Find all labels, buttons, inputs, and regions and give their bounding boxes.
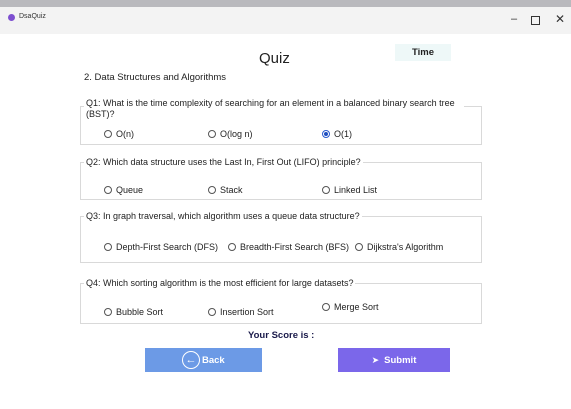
- radio-button[interactable]: [104, 308, 112, 316]
- time-label: Time: [395, 44, 451, 61]
- option-label: Insertion Sort: [220, 307, 274, 317]
- q2-option-2[interactable]: Stack: [208, 185, 243, 195]
- section-title: 2. Data Structures and Algorithms: [84, 72, 227, 83]
- q1-option-3[interactable]: O(1): [322, 129, 352, 139]
- question-group-3: [80, 216, 482, 263]
- q1-option-2[interactable]: O(log n): [208, 129, 253, 139]
- q2-option-3[interactable]: Linked List: [322, 185, 377, 195]
- radio-button[interactable]: [322, 186, 330, 194]
- option-label: Stack: [220, 185, 243, 195]
- close-button[interactable]: ✕: [545, 9, 571, 29]
- option-label: Bubble Sort: [116, 307, 164, 317]
- option-label: Linked List: [334, 185, 378, 195]
- app-icon: [8, 14, 15, 21]
- option-label: O(n): [116, 129, 134, 139]
- q4-option-3[interactable]: Merge Sort: [322, 302, 379, 312]
- radio-button[interactable]: [208, 186, 216, 194]
- submit-button-label: Submit: [384, 354, 417, 366]
- option-label: Merge Sort: [334, 302, 379, 312]
- title-bar: DsaQuiz – ✕: [0, 7, 571, 34]
- radio-button[interactable]: [104, 186, 112, 194]
- radio-button[interactable]: [104, 243, 112, 251]
- chevron-right-icon: ➤: [371, 354, 380, 365]
- radio-button[interactable]: [355, 243, 363, 251]
- radio-button[interactable]: [104, 130, 112, 138]
- question-2-text: Q2: Which data structure uses the Last I…: [84, 157, 363, 168]
- option-label: Dijkstra's Algorithm: [367, 242, 444, 252]
- window-top-strip: [0, 0, 571, 7]
- window-title: DsaQuiz: [19, 13, 46, 20]
- q1-option-1[interactable]: O(n): [104, 129, 134, 139]
- submit-button[interactable]: ➤ Submit: [338, 348, 450, 372]
- question-3-text: Q3: In graph traversal, which algorithm …: [84, 211, 362, 222]
- back-button[interactable]: ← Back: [145, 348, 262, 372]
- q4-option-1[interactable]: Bubble Sort: [104, 307, 163, 317]
- minimize-button[interactable]: –: [499, 9, 529, 29]
- radio-button-selected[interactable]: [322, 130, 330, 138]
- option-label: O(1): [334, 129, 352, 139]
- question-group-4: [80, 283, 482, 324]
- radio-button[interactable]: [208, 308, 216, 316]
- q2-option-1[interactable]: Queue: [104, 185, 143, 195]
- q3-option-1[interactable]: Depth-First Search (DFS): [104, 242, 218, 252]
- back-button-label: Back: [202, 354, 225, 366]
- page-title: Quiz: [259, 50, 290, 67]
- q3-option-2[interactable]: Breadth-First Search (BFS): [228, 242, 349, 252]
- radio-button[interactable]: [228, 243, 236, 251]
- maximize-button[interactable]: [531, 16, 540, 25]
- question-4-text: Q4: Which sorting algorithm is the most …: [84, 278, 356, 289]
- question-1-text: Q1: What is the time complexity of searc…: [84, 98, 464, 120]
- radio-button[interactable]: [322, 303, 330, 311]
- radio-button[interactable]: [208, 130, 216, 138]
- score-label: Your Score is :: [248, 330, 315, 341]
- q4-option-2[interactable]: Insertion Sort: [208, 307, 274, 317]
- q3-option-3[interactable]: Dijkstra's Algorithm: [355, 242, 443, 252]
- option-label: Breadth-First Search (BFS): [240, 242, 350, 252]
- option-label: Depth-First Search (DFS): [116, 242, 219, 252]
- option-label: O(log n): [220, 129, 253, 139]
- option-label: Queue: [116, 185, 144, 195]
- arrow-left-circle-icon: ←: [182, 351, 200, 369]
